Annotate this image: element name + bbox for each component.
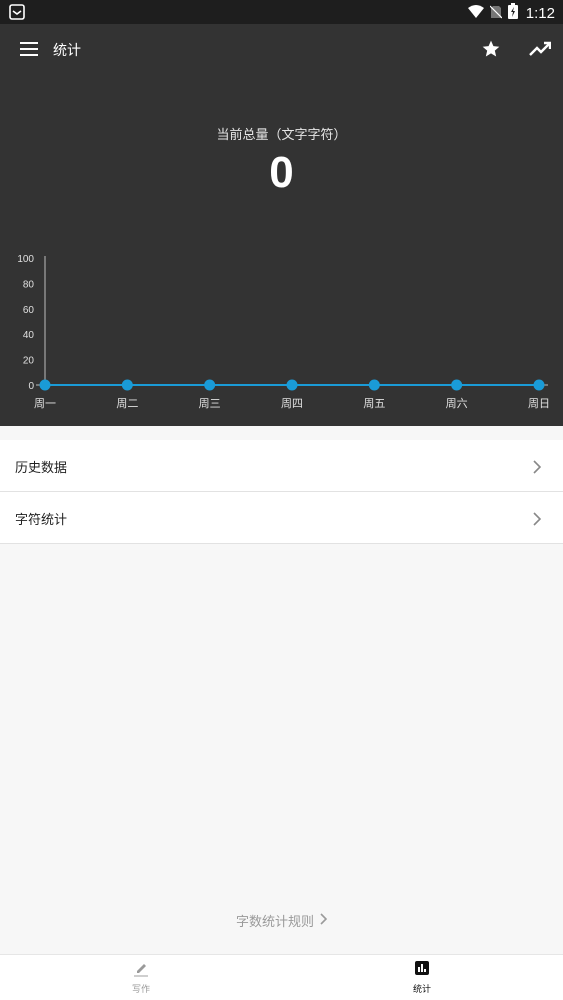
data-point [368,379,380,391]
x-tick-label: 周五 [363,397,385,410]
data-point [39,379,51,391]
weekly-chart: 0 20 40 60 80 100 周一 周二 周三 周四 周五 周六 周日 [17,254,550,410]
chevron-right-icon [533,511,542,530]
nav-write-label: 写作 [131,985,150,995]
y-tick-label: 20 [23,356,35,367]
y-tick-label: 0 [28,381,34,392]
wifi-icon [467,4,484,23]
y-tick-label: 60 [23,305,35,316]
x-tick-label: 周四 [281,397,303,410]
trending-icon[interactable] [529,41,552,61]
total-value: 0 [269,148,294,197]
chevron-right-icon [320,912,328,929]
no-sim-icon [489,4,503,23]
data-point [451,379,463,391]
battery-charging-icon [507,3,518,23]
nav-stats-label: 统计 [412,985,431,995]
bar-chart-icon [413,961,431,981]
notification-icon [9,4,25,24]
x-tick-label: 周日 [528,397,550,410]
data-point [533,379,545,391]
y-tick-label: 100 [17,254,34,265]
data-point [121,379,133,391]
bottom-nav: 写作 统计 [0,954,563,1000]
clock: 1:12 [525,4,555,22]
menu-icon[interactable] [20,41,38,60]
status-bar: 1:12 [0,0,563,24]
count-rules-label: 字数统计规则 [235,915,314,930]
nav-write[interactable]: 写作 [91,959,191,995]
char-stats-item[interactable]: 字符统计 [0,492,563,544]
x-tick-label: 周三 [199,397,221,410]
data-point [286,379,298,391]
y-tick-label: 40 [23,330,35,341]
data-point [204,379,216,391]
page-title: 统计 [53,43,81,59]
history-data-item[interactable]: 历史数据 [0,440,563,492]
stats-list: 历史数据 字符统计 [0,440,563,544]
x-tick-label: 周二 [116,397,138,410]
app-bar: 统计 [0,24,563,76]
pencil-icon [132,962,150,981]
total-label: 当前总量（文字字符） [216,128,347,143]
char-stats-label: 字符统计 [15,513,68,528]
y-tick-label: 80 [23,279,35,290]
stats-summary: 当前总量（文字字符） 0 0 20 40 60 80 100 周一 周二 周三 周四 周五 周六 周日 [0,76,563,426]
x-tick-label: 周一 [34,397,56,410]
nav-stats[interactable]: 统计 [372,959,472,995]
star-icon[interactable] [481,39,501,63]
history-data-label: 历史数据 [15,461,68,476]
chevron-right-icon [533,459,542,478]
count-rules-link[interactable]: 字数统计规则 [0,911,563,930]
x-tick-label: 周六 [446,397,468,410]
